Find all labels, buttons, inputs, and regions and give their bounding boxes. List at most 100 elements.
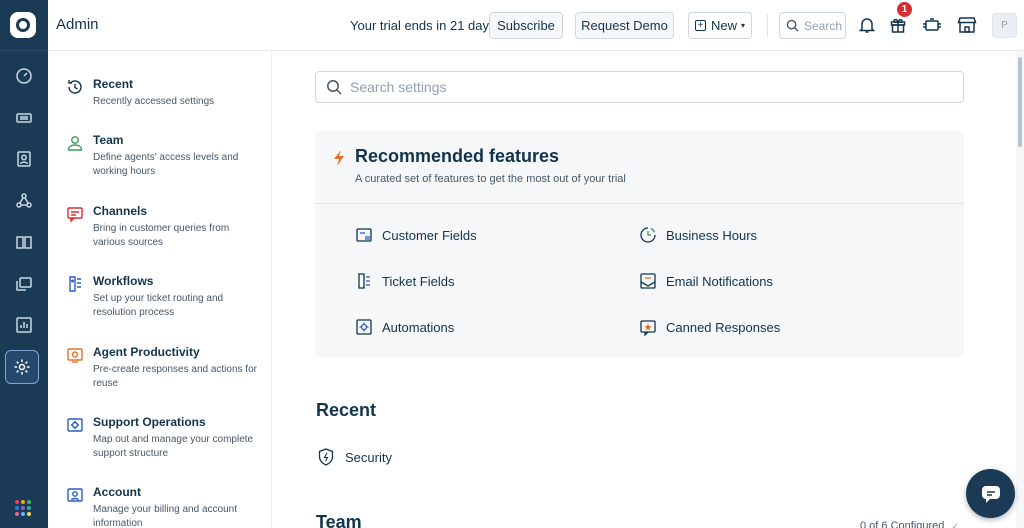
social-icon[interactable] <box>12 189 36 213</box>
freshdesk-logo-icon[interactable] <box>10 12 36 38</box>
recent-item-label: Security <box>345 449 392 465</box>
apps-grid-dot <box>21 506 25 510</box>
plus-box-icon: + <box>694 20 706 31</box>
subscribe-button[interactable]: Subscribe <box>489 12 563 39</box>
admin-settings-icon[interactable] <box>5 350 39 384</box>
request-demo-button[interactable]: Request Demo <box>575 12 674 39</box>
feature-ticket-fields[interactable]: Ticket Fields <box>355 272 454 290</box>
email-notifications-icon <box>639 272 657 290</box>
feature-label: Email Notifications <box>666 273 773 289</box>
nav-item-desc: Manage your billing and account informat… <box>93 504 237 528</box>
top-bar: Admin Your trial ends in 21 days Subscri… <box>48 0 1024 51</box>
left-rail <box>0 0 48 528</box>
gift-badge: 1 <box>897 2 912 17</box>
feature-customer-fields[interactable]: Customer Fields <box>355 226 477 244</box>
scrollbar-thumb[interactable] <box>1018 57 1022 147</box>
chat-bubble-icon <box>981 485 1000 503</box>
feature-label: Canned Responses <box>666 319 781 335</box>
workflow-icon <box>69 276 81 292</box>
nav-item-title: Account <box>93 485 141 499</box>
chat-widget-button[interactable] <box>966 469 1015 518</box>
search-icon <box>327 80 342 95</box>
nav-item-desc: Map out and manage your complete support… <box>93 434 254 459</box>
nav-item-title: Agent Productivity <box>93 345 200 359</box>
account-icon <box>67 488 83 502</box>
main-content: Recommended features A curated set of fe… <box>273 51 1016 528</box>
apps-grid-dot <box>27 506 31 510</box>
page-title: Admin <box>56 16 99 33</box>
recent-section-title: Recent <box>316 400 377 420</box>
history-icon <box>68 80 82 94</box>
apps-grid-dot <box>15 506 19 510</box>
recent-item-security[interactable]: Security <box>318 448 392 466</box>
gift-icon[interactable] <box>887 14 909 36</box>
feature-canned-responses[interactable]: Canned Responses <box>639 318 780 336</box>
lightning-bolt-icon <box>334 150 344 166</box>
feature-email-notifications[interactable]: Email Notifications <box>639 272 773 290</box>
business-hours-icon <box>639 226 657 244</box>
shield-icon <box>318 448 334 466</box>
settings-nav: Recent Recently accessed settings Team D… <box>48 51 272 528</box>
rail-divider <box>0 50 48 51</box>
toolbar-divider <box>767 14 768 37</box>
apps-grid-dot <box>15 512 19 516</box>
automations-icon <box>355 318 373 336</box>
feature-label: Ticket Fields <box>382 273 455 289</box>
tickets-icon[interactable] <box>12 106 36 130</box>
apps-grid-dot <box>21 500 25 504</box>
contacts-icon[interactable] <box>12 147 36 171</box>
chevron-down-icon: ▾ <box>741 21 746 30</box>
productivity-icon <box>67 348 83 363</box>
nav-item-desc: Set up your ticket routing and resolutio… <box>93 293 224 318</box>
feature-automations[interactable]: Automations <box>355 318 454 336</box>
discussions-icon[interactable] <box>12 272 36 296</box>
chevron-down-icon[interactable]: ✓ <box>951 521 959 528</box>
apps-grid-dot <box>27 500 31 504</box>
user-icon <box>67 136 83 151</box>
nav-item-title: Recent <box>93 77 134 91</box>
feature-label: Customer Fields <box>382 227 477 243</box>
configured-count: 0 of 6 Configured <box>860 520 945 528</box>
nav-item-title: Workflows <box>93 274 154 288</box>
apps-grid-dot <box>27 512 31 516</box>
settings-search-box[interactable] <box>315 71 964 103</box>
notifications-bell-icon[interactable] <box>856 14 878 36</box>
team-section-title: Team <box>316 512 362 528</box>
solutions-icon[interactable] <box>12 230 36 254</box>
nav-item-desc: Pre-create responses and actions for reu… <box>93 364 257 389</box>
search-icon <box>786 19 799 32</box>
customer-fields-icon <box>355 226 373 244</box>
new-button[interactable]: + New ▾ <box>688 12 752 39</box>
dashboard-icon[interactable] <box>12 64 36 88</box>
feature-label: Business Hours <box>666 227 758 243</box>
recommended-divider <box>315 203 964 204</box>
new-button-label: New <box>710 18 737 33</box>
global-search[interactable]: Search <box>779 12 846 39</box>
recommended-features-card: Recommended features A curated set of fe… <box>315 130 964 358</box>
marketplace-store-icon[interactable] <box>956 14 978 36</box>
team-configured-status: 0 of 6 Configured ✓ <box>860 520 959 528</box>
nav-item-title: Channels <box>93 204 148 218</box>
main-scrollbar[interactable] <box>1016 51 1024 528</box>
canned-responses-icon <box>639 318 657 336</box>
nav-item-title: Team <box>93 133 124 147</box>
recommended-title: Recommended features <box>355 146 560 166</box>
settings-search-input[interactable] <box>350 79 930 95</box>
reports-icon[interactable] <box>12 313 36 337</box>
nav-item-desc: Recently accessed settings <box>93 96 215 107</box>
nav-item-desc: Bring in customer queries from various s… <box>93 223 230 248</box>
chat-icon <box>67 207 83 223</box>
feature-business-hours[interactable]: Business Hours <box>639 226 757 244</box>
global-search-placeholder: Search <box>804 18 843 33</box>
apps-grid-icon[interactable] <box>15 500 31 516</box>
apps-grid-dot <box>15 500 19 504</box>
support-ops-icon <box>67 418 83 432</box>
product-switcher-icon[interactable] <box>921 14 943 36</box>
nav-item-desc: Define agents' access levels and working… <box>93 152 239 177</box>
trial-notice: Your trial ends in 21 days <box>350 18 496 33</box>
feature-label: Automations <box>382 319 455 335</box>
user-avatar[interactable]: P <box>992 13 1017 38</box>
nav-item-title: Support Operations <box>93 415 206 429</box>
ticket-fields-icon <box>355 272 373 290</box>
recommended-subtitle: A curated set of features to get the mos… <box>355 173 626 185</box>
